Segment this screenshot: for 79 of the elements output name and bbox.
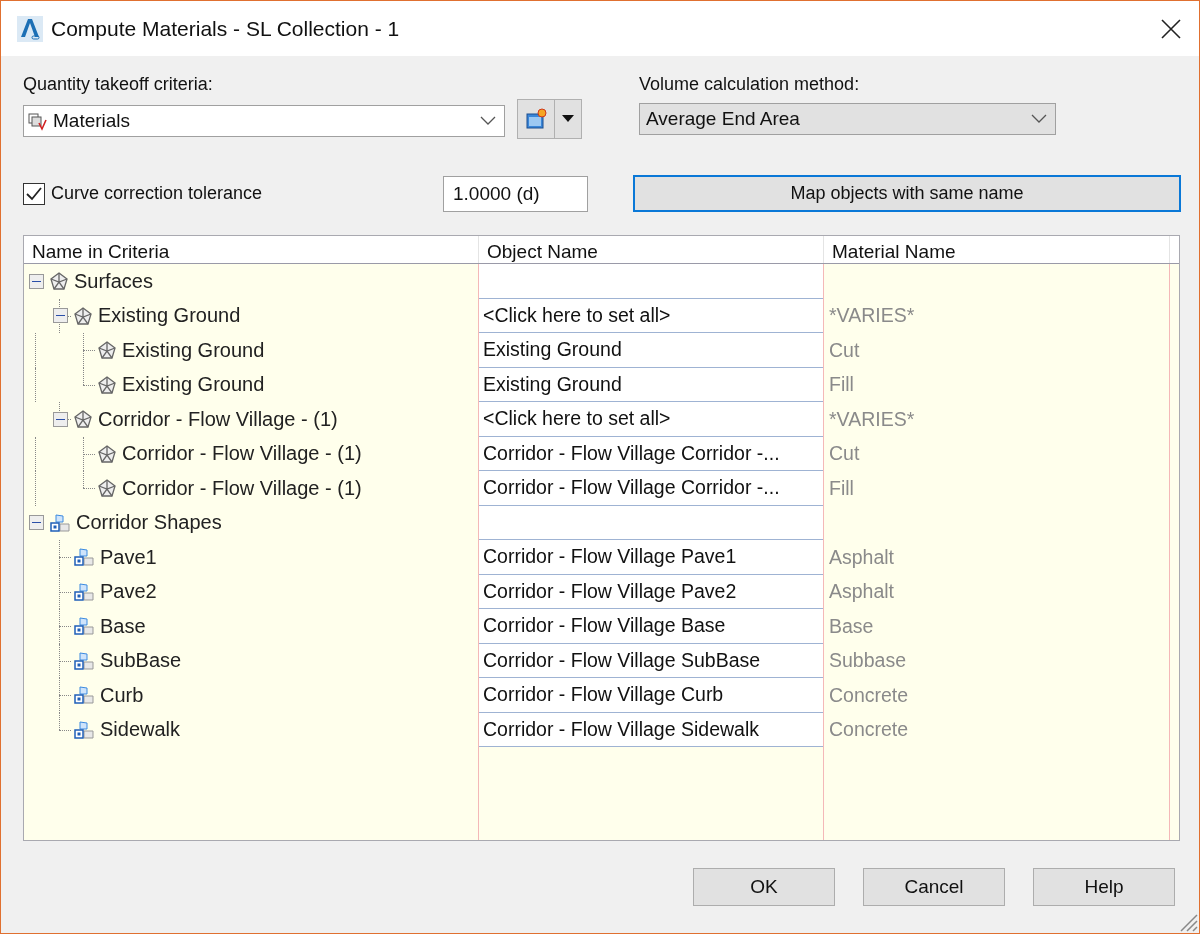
material-name: Fill: [829, 476, 854, 500]
material-name: Cut: [829, 442, 860, 466]
tree-item[interactable]: Base: [100, 614, 146, 638]
object-name-cell[interactable]: Corridor - Flow Village Sidewalk: [479, 712, 823, 747]
tree-item[interactable]: Pave1: [100, 545, 157, 569]
window-title: Compute Materials - SL Collection - 1: [51, 16, 401, 41]
pentagon-icon: [74, 410, 92, 429]
pentagon-icon: [98, 341, 116, 360]
caret-icon: [562, 115, 574, 123]
chevron-down-icon: [1031, 114, 1047, 124]
tree-item[interactable]: Pave2: [100, 580, 157, 604]
curve-correction-label: Curve correction tolerance: [51, 183, 263, 204]
column-header[interactable]: Object Name: [479, 236, 824, 263]
object-name-cell[interactable]: <Click here to set all>: [479, 402, 823, 437]
tree-item[interactable]: SubBase: [100, 649, 182, 673]
object-name-cell[interactable]: Corridor - Flow Village Corridor -...: [479, 436, 823, 471]
pentagon-icon: [98, 444, 116, 463]
pentagon-icon: [98, 479, 116, 498]
tree-item[interactable]: Corridor - Flow Village - (1): [122, 476, 362, 500]
tree-item[interactable]: Curb: [100, 683, 144, 707]
dialog-button[interactable]: OK: [693, 868, 835, 906]
material-name: Concrete: [829, 683, 909, 707]
object-name-cell[interactable]: Corridor - Flow Village Corridor -...: [479, 471, 823, 506]
criteria-icon: [27, 111, 49, 131]
collapse-icon[interactable]: [52, 308, 68, 324]
object-name-cell[interactable]: Existing Ground: [479, 333, 823, 368]
dialog-button[interactable]: Cancel: [863, 868, 1005, 906]
tree-item[interactable]: Corridor Shapes: [76, 511, 222, 535]
tree-item[interactable]: Existing Ground: [122, 373, 265, 397]
tree-item[interactable]: Existing Ground: [98, 304, 241, 328]
column-header[interactable]: Name in Criteria: [24, 236, 479, 263]
volume-method-label: Volume calculation method:: [639, 74, 861, 95]
tree-item[interactable]: Corridor - Flow Village - (1): [122, 442, 362, 466]
shape-icon: [74, 582, 94, 601]
material-name: Subbase: [829, 649, 906, 673]
object-name-cell[interactable]: <Click here to set all>: [479, 298, 823, 333]
material-name: Cut: [829, 338, 860, 362]
shape-icon: [50, 513, 70, 532]
folder-icon: [525, 108, 547, 130]
empty-cell[interactable]: [479, 264, 823, 299]
empty-cell[interactable]: [479, 505, 823, 540]
criteria-dropdown[interactable]: Materials: [23, 105, 505, 137]
tree-item[interactable]: Surfaces: [74, 269, 153, 293]
object-name-cell[interactable]: Corridor - Flow Village Curb: [479, 678, 823, 713]
column-header[interactable]: Material Name: [824, 236, 1170, 263]
object-name-cell[interactable]: Corridor - Flow Village SubBase: [479, 643, 823, 678]
material-name: Asphalt: [829, 580, 895, 604]
material-name: *VARIES*: [829, 304, 915, 328]
tree-item[interactable]: Corridor - Flow Village - (1): [98, 407, 338, 431]
pentagon-icon: [98, 375, 116, 394]
criteria-label: Quantity takeoff criteria:: [23, 74, 214, 95]
object-name-cell[interactable]: Corridor - Flow Village Pave1: [479, 540, 823, 575]
pentagon-icon: [50, 272, 68, 291]
dialog-button[interactable]: Help: [1033, 868, 1175, 906]
shape-icon: [74, 617, 94, 636]
tree-item[interactable]: Existing Ground: [122, 338, 265, 362]
shape-icon: [74, 686, 94, 705]
shape-icon: [74, 548, 94, 567]
app-logo-icon: [17, 15, 43, 42]
chevron-down-icon: [480, 116, 496, 126]
material-name: Asphalt: [829, 545, 895, 569]
object-name-cell[interactable]: Corridor - Flow Village Pave2: [479, 574, 823, 609]
material-name: Fill: [829, 373, 854, 397]
object-name-cell[interactable]: Corridor - Flow Village Base: [479, 609, 823, 644]
volume-method-dropdown[interactable]: Average End Area: [639, 103, 1056, 135]
collapse-icon[interactable]: [28, 515, 44, 531]
tolerance-field[interactable]: 1.0000 (d): [443, 175, 588, 212]
collapse-icon[interactable]: [28, 273, 44, 289]
shape-icon: [74, 651, 94, 670]
tree-item[interactable]: Sidewalk: [100, 718, 181, 742]
pentagon-icon: [74, 306, 92, 325]
collapse-icon[interactable]: [52, 411, 68, 427]
checkbox[interactable]: [23, 182, 45, 205]
material-name: *VARIES*: [829, 407, 915, 431]
material-name: Concrete: [829, 718, 909, 742]
material-name: Base: [829, 614, 874, 638]
object-name-cell[interactable]: Existing Ground: [479, 367, 823, 402]
shape-icon: [74, 720, 94, 739]
map-objects-button[interactable]: Map objects with same name: [633, 175, 1181, 212]
